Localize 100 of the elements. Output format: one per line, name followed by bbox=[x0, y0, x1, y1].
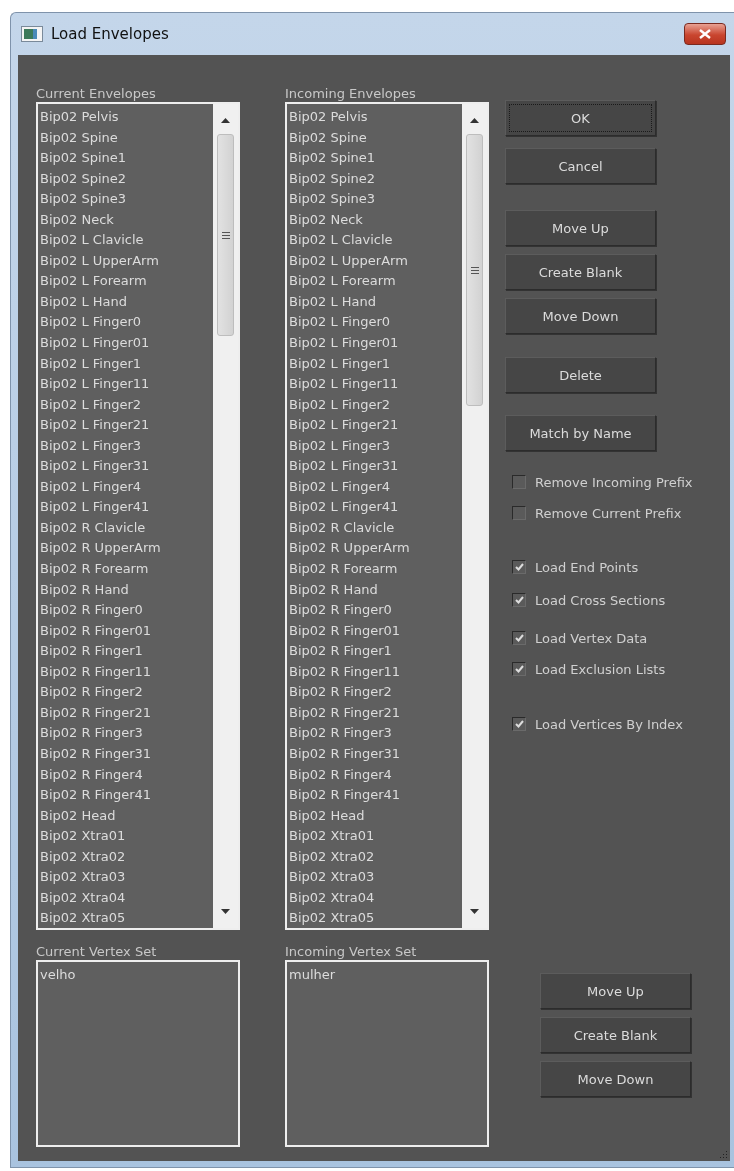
list-item[interactable]: Bip02 Spine2 bbox=[289, 168, 462, 190]
list-item[interactable]: Bip02 L Finger21 bbox=[40, 415, 213, 436]
list-item[interactable]: Bip02 R Finger21 bbox=[40, 702, 213, 724]
list-item[interactable]: Bip02 L UpperArm bbox=[40, 250, 213, 272]
list-item[interactable]: Bip02 L Finger3 bbox=[289, 435, 462, 457]
close-button[interactable] bbox=[684, 23, 726, 45]
list-item[interactable]: Bip02 Pelvis bbox=[289, 107, 462, 128]
list-item[interactable]: Bip02 R Finger11 bbox=[289, 661, 462, 683]
checkbox[interactable] bbox=[512, 475, 526, 489]
list-item[interactable]: Bip02 L Finger31 bbox=[40, 456, 213, 477]
list-item[interactable]: Bip02 Xtra05 bbox=[289, 908, 462, 928]
list-item[interactable]: Bip02 L Clavicle bbox=[289, 230, 462, 251]
list-item[interactable]: Bip02 R Finger1 bbox=[40, 641, 213, 662]
list-item[interactable]: Bip02 L Finger1 bbox=[40, 353, 213, 375]
list-item[interactable]: Bip02 L UpperArm bbox=[289, 250, 462, 272]
button[interactable]: Delete bbox=[505, 357, 656, 393]
list-item[interactable]: Bip02 R Finger41 bbox=[40, 785, 213, 806]
list-item[interactable]: Bip02 R UpperArm bbox=[289, 538, 462, 560]
list-box[interactable]: mulher bbox=[285, 960, 489, 1147]
button[interactable]: Create Blank bbox=[505, 254, 656, 290]
list-item[interactable]: Bip02 R Finger0 bbox=[289, 600, 462, 621]
list-item[interactable]: Bip02 R Finger31 bbox=[289, 743, 462, 765]
button[interactable]: Cancel bbox=[505, 148, 656, 184]
list-box[interactable] bbox=[36, 102, 240, 930]
list-item[interactable]: Bip02 Xtra05 bbox=[40, 908, 213, 928]
list-item[interactable]: Bip02 Spine1 bbox=[40, 148, 213, 169]
list-item[interactable]: Bip02 Neck bbox=[40, 209, 213, 231]
list-item[interactable]: Bip02 L Clavicle bbox=[40, 230, 213, 251]
button[interactable]: Match by Name bbox=[505, 415, 656, 451]
scrollbar[interactable] bbox=[213, 104, 238, 928]
list-item[interactable]: Bip02 R Forearm bbox=[40, 559, 213, 580]
list-item[interactable]: Bip02 Xtra04 bbox=[40, 887, 213, 909]
checkbox[interactable] bbox=[512, 593, 526, 607]
list-item[interactable]: Bip02 L Finger31 bbox=[289, 456, 462, 477]
list-item[interactable]: Bip02 R Finger31 bbox=[40, 743, 213, 765]
list-item[interactable]: Bip02 R Finger1 bbox=[289, 641, 462, 662]
list-item[interactable]: Bip02 L Finger4 bbox=[289, 476, 462, 498]
list-box[interactable]: velho bbox=[36, 960, 240, 1147]
list-item[interactable]: Bip02 Xtra02 bbox=[40, 846, 213, 868]
list-item[interactable]: Bip02 L Finger11 bbox=[289, 374, 462, 395]
list-item[interactable]: Bip02 Spine3 bbox=[40, 189, 213, 210]
list-item[interactable]: Bip02 L Hand bbox=[40, 291, 213, 313]
list-box[interactable] bbox=[285, 102, 489, 930]
list-item[interactable]: Bip02 R Hand bbox=[40, 579, 213, 601]
list-item[interactable]: Bip02 L Hand bbox=[289, 291, 462, 313]
button[interactable]: Move Up bbox=[505, 210, 656, 246]
list-item[interactable]: Bip02 L Finger2 bbox=[289, 394, 462, 416]
list-item[interactable]: Bip02 R Finger01 bbox=[40, 620, 213, 642]
button[interactable]: OK bbox=[505, 100, 656, 136]
list-item[interactable]: Bip02 Xtra03 bbox=[40, 867, 213, 888]
button[interactable]: Move Down bbox=[505, 298, 656, 334]
list-item[interactable]: Bip02 Head bbox=[289, 805, 462, 827]
list-item[interactable]: Bip02 R UpperArm bbox=[40, 538, 213, 560]
list-item[interactable]: Bip02 L Finger0 bbox=[289, 312, 462, 333]
list-item[interactable]: Bip02 L Finger1 bbox=[289, 353, 462, 375]
list-item[interactable]: Bip02 R Finger3 bbox=[40, 723, 213, 744]
list-item[interactable]: Bip02 Spine3 bbox=[289, 189, 462, 210]
list-item[interactable]: Bip02 Spine bbox=[289, 127, 462, 149]
down-arrow-icon[interactable] bbox=[221, 909, 230, 914]
checkbox[interactable] bbox=[512, 631, 526, 645]
list-item[interactable]: Bip02 L Finger21 bbox=[289, 415, 462, 436]
checkbox[interactable] bbox=[512, 662, 526, 676]
list-item[interactable]: Bip02 L Finger2 bbox=[40, 394, 213, 416]
list-item[interactable]: Bip02 R Finger41 bbox=[289, 785, 462, 806]
list-item[interactable]: Bip02 Xtra04 bbox=[289, 887, 462, 909]
up-arrow-icon[interactable] bbox=[470, 118, 479, 123]
list-item[interactable]: Bip02 Spine2 bbox=[40, 168, 213, 190]
resize-grip-icon[interactable] bbox=[718, 1149, 728, 1159]
list-item[interactable]: Bip02 Spine bbox=[40, 127, 213, 149]
up-arrow-icon[interactable] bbox=[221, 118, 230, 123]
list-item[interactable]: Bip02 Xtra01 bbox=[40, 826, 213, 847]
list-item[interactable]: Bip02 R Forearm bbox=[289, 559, 462, 580]
list-item[interactable]: Bip02 L Finger0 bbox=[40, 312, 213, 333]
list-item[interactable]: Bip02 Spine1 bbox=[289, 148, 462, 169]
list-item[interactable]: Bip02 L Finger11 bbox=[40, 374, 213, 395]
button[interactable]: Move Down bbox=[540, 1061, 691, 1097]
list-item[interactable]: Bip02 R Finger0 bbox=[40, 600, 213, 621]
list-item[interactable]: Bip02 R Finger2 bbox=[40, 682, 213, 703]
list-item[interactable]: Bip02 R Finger01 bbox=[289, 620, 462, 642]
list-item[interactable]: Bip02 R Clavicle bbox=[289, 517, 462, 539]
list-item[interactable]: Bip02 R Clavicle bbox=[40, 517, 213, 539]
down-arrow-icon[interactable] bbox=[470, 909, 479, 914]
list-item[interactable]: Bip02 L Finger01 bbox=[40, 333, 213, 354]
list-item[interactable]: Bip02 R Finger11 bbox=[40, 661, 213, 683]
scrollbar[interactable] bbox=[462, 104, 487, 928]
list-item[interactable]: Bip02 L Finger4 bbox=[40, 476, 213, 498]
list-item[interactable]: Bip02 R Finger3 bbox=[289, 723, 462, 744]
list-item[interactable]: Bip02 L Forearm bbox=[289, 271, 462, 292]
list-item[interactable]: mulher bbox=[289, 965, 487, 986]
list-item[interactable]: Bip02 L Finger41 bbox=[289, 497, 462, 518]
list-item[interactable]: Bip02 R Finger4 bbox=[289, 764, 462, 786]
checkbox[interactable] bbox=[512, 560, 526, 574]
list-item[interactable]: Bip02 R Finger4 bbox=[40, 764, 213, 786]
list-item[interactable]: Bip02 R Finger21 bbox=[289, 702, 462, 724]
list-item[interactable]: Bip02 L Finger01 bbox=[289, 333, 462, 354]
button[interactable]: Move Up bbox=[540, 973, 691, 1009]
list-item[interactable]: Bip02 Pelvis bbox=[40, 107, 213, 128]
list-item[interactable]: Bip02 R Hand bbox=[289, 579, 462, 601]
list-item[interactable]: Bip02 L Forearm bbox=[40, 271, 213, 292]
list-item[interactable]: Bip02 L Finger3 bbox=[40, 435, 213, 457]
